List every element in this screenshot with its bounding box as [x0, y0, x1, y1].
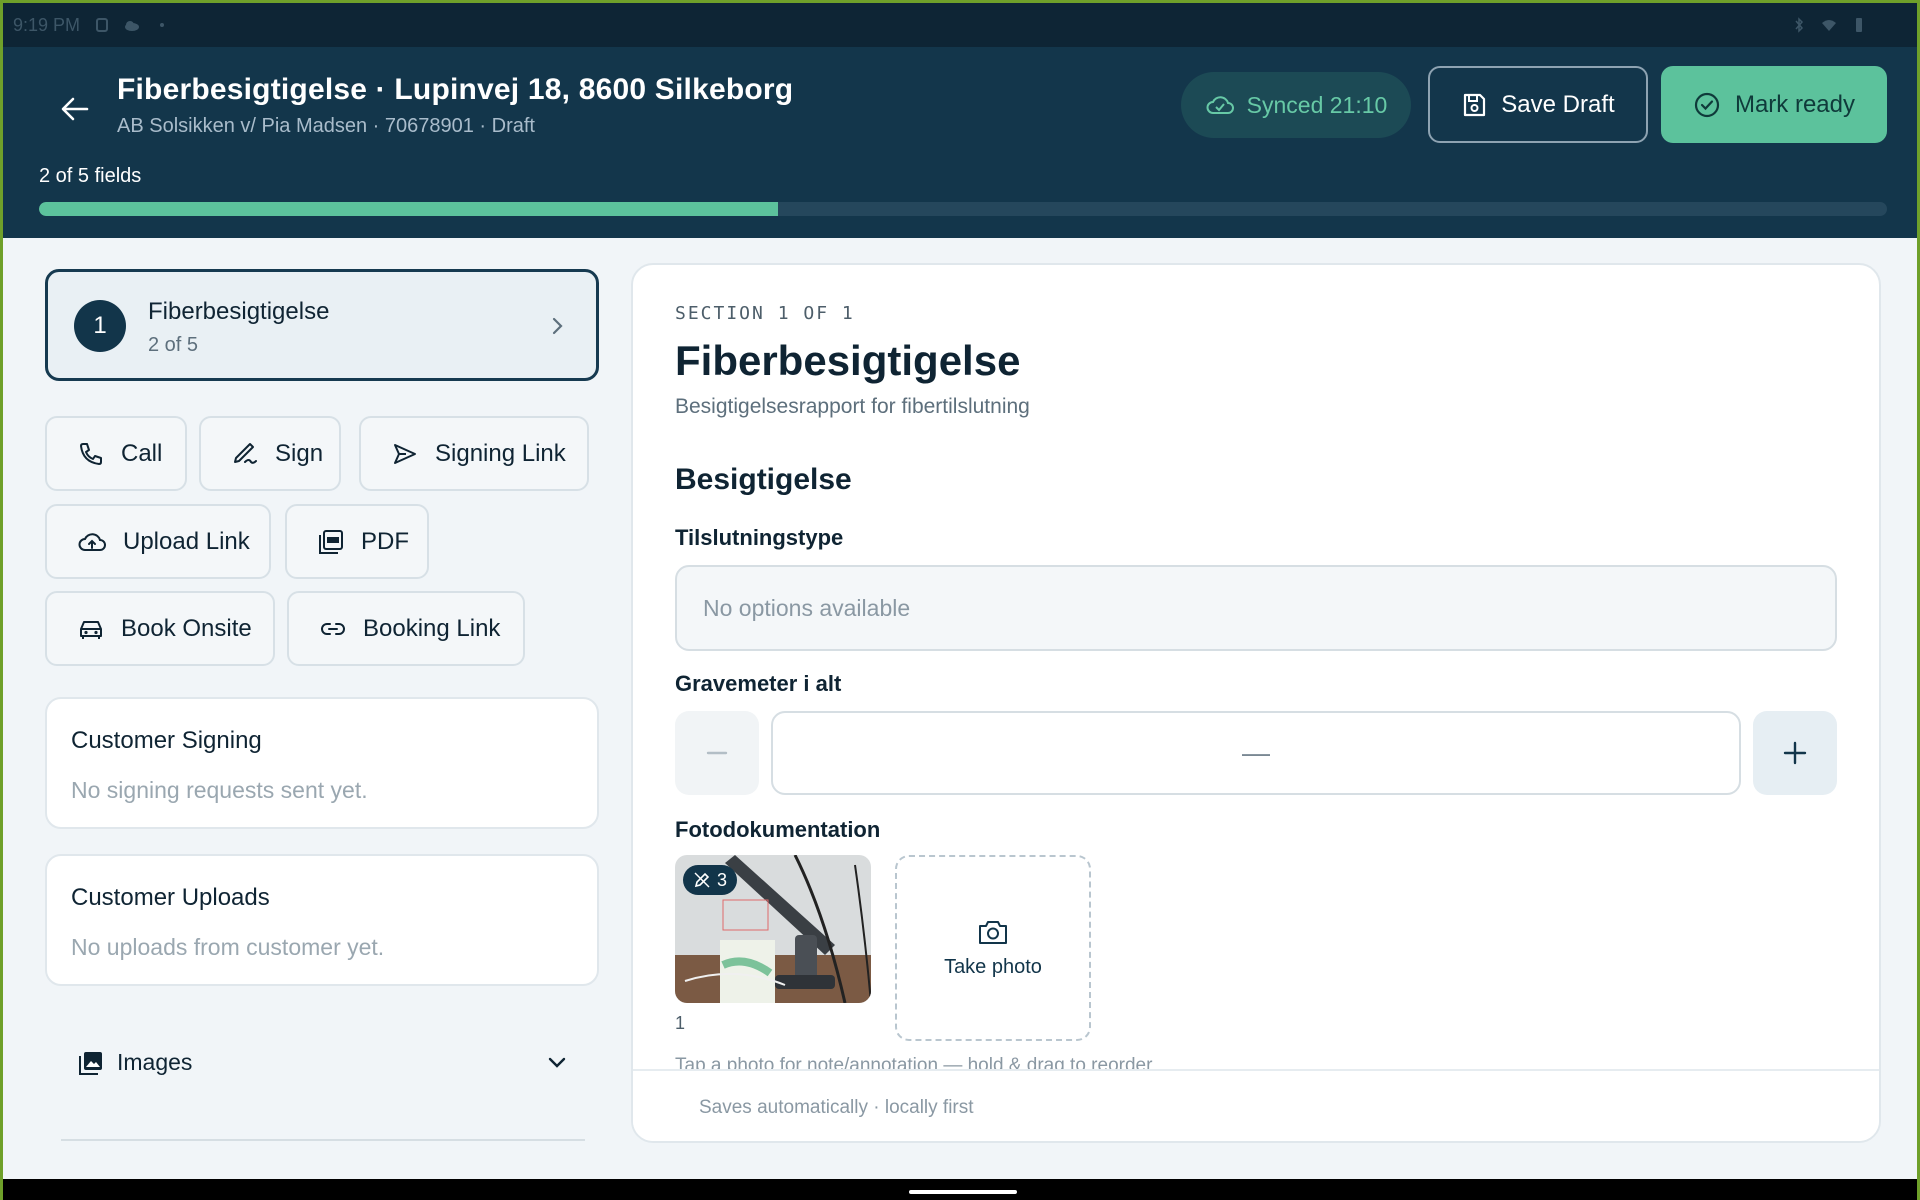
image-gallery-icon	[79, 1052, 102, 1075]
page-subtitle: AB Solsikken v/ Pia Madsen · 70678901 · …	[117, 115, 535, 137]
section-nav-item[interactable]: 1 Fiberbesigtigelse 2 of 5	[45, 269, 599, 381]
annotate-icon	[694, 872, 710, 888]
sync-status-label: Synced 21:10	[1246, 91, 1388, 118]
autosave-note: Saves automatically · locally first	[699, 1097, 974, 1118]
save-draft-label: Save Draft	[1501, 90, 1615, 118]
cloud-upload-icon	[78, 532, 106, 551]
upload-link-button[interactable]: Upload Link	[45, 504, 271, 579]
arrow-left-icon	[61, 97, 89, 121]
photos-label: Fotodokumentation	[675, 817, 881, 842]
chevron-down-icon	[548, 1057, 566, 1068]
take-photo-label: Take photo	[944, 955, 1042, 978]
customer-uploads-title: Customer Uploads	[71, 884, 270, 911]
signing-link-label: Signing Link	[435, 439, 566, 467]
back-button[interactable]	[53, 87, 97, 131]
upload-link-label: Upload Link	[123, 527, 250, 555]
customer-uploads-card: Customer Uploads No uploads from custome…	[45, 854, 599, 986]
photo-thumbnail[interactable]: 3	[675, 855, 871, 1003]
battery-icon	[1856, 18, 1862, 32]
pdf-label: PDF	[361, 527, 409, 555]
sign-label: Sign	[275, 439, 324, 467]
dig-meters-input[interactable]: —	[771, 711, 1741, 795]
progress-label: 2 of 5 fields	[39, 165, 142, 187]
sync-status-icon	[96, 18, 109, 32]
section-number-badge: 1	[74, 300, 126, 352]
form-panel: SECTION 1 OF 1 Fiberbesigtigelse Besigti…	[631, 263, 1881, 1143]
chevron-right-icon	[552, 317, 563, 335]
call-button[interactable]: Call	[45, 416, 187, 491]
sidebar-divider	[61, 1139, 585, 1141]
section-kicker: SECTION 1 OF 1	[675, 303, 855, 324]
check-circle-icon	[1694, 92, 1720, 117]
form-title: Fiberbesigtigelse	[675, 337, 1021, 384]
link-icon	[321, 622, 345, 635]
book-onsite-button[interactable]: Book Onsite	[45, 591, 275, 666]
camera-icon	[979, 920, 1007, 944]
sync-status-badge: Synced 21:10	[1181, 72, 1411, 138]
pdf-button[interactable]: PDF	[285, 504, 429, 579]
decrement-button[interactable]	[675, 711, 759, 795]
signature-icon	[234, 442, 257, 464]
section-name: Fiberbesigtigelse	[148, 298, 330, 325]
send-icon	[394, 443, 416, 464]
minus-icon	[706, 751, 728, 755]
phone-icon	[80, 442, 102, 465]
home-gesture-handle[interactable]	[909, 1190, 1017, 1194]
customer-signing-title: Customer Signing	[71, 727, 262, 754]
floppy-disk-icon	[1464, 93, 1486, 116]
progress-fill	[39, 202, 779, 216]
annotation-count: 3	[717, 869, 728, 890]
signing-link-button[interactable]: Signing Link	[359, 416, 589, 491]
form-footer: Saves automatically · locally first	[633, 1069, 1879, 1141]
dig-meters-label: Gravemeter i alt	[675, 671, 842, 696]
annotation-count-badge: 3	[683, 865, 738, 895]
pdf-file-icon	[319, 529, 343, 554]
connection-type-select[interactable]: No options available	[675, 565, 1837, 651]
progress-bar	[39, 202, 1887, 216]
images-accordion[interactable]: Images	[45, 1031, 599, 1095]
customer-signing-card: Customer Signing No signing requests sen…	[45, 697, 599, 829]
header: Fiberbesigtigelse · Lupinvej 18, 8600 Si…	[3, 47, 1917, 238]
navigation-bar	[3, 1179, 1917, 1200]
mark-ready-button[interactable]: Mark ready	[1661, 66, 1887, 143]
mark-ready-label: Mark ready	[1734, 90, 1856, 118]
photo-index: 1	[675, 1013, 686, 1033]
weather-icon	[125, 21, 140, 31]
car-icon	[80, 620, 102, 639]
customer-uploads-empty-text: No uploads from customer yet.	[71, 934, 385, 960]
booking-link-label: Booking Link	[363, 614, 501, 642]
wifi-icon	[1822, 20, 1836, 31]
dot-icon	[160, 23, 165, 27]
status-time: 9:19 PM	[13, 14, 81, 35]
sign-button[interactable]: Sign	[199, 416, 341, 491]
page-title: Fiberbesigtigelse · Lupinvej 18, 8600 Si…	[117, 73, 794, 106]
booking-link-button[interactable]: Booking Link	[287, 591, 525, 666]
group-title: Besigtigelse	[675, 463, 852, 496]
bluetooth-icon	[1795, 17, 1804, 33]
form-description: Besigtigelsesrapport for fibertilslutnin…	[675, 395, 1030, 418]
take-photo-button[interactable]: Take photo	[895, 855, 1091, 1041]
cloud-check-icon	[1206, 96, 1234, 114]
increment-button[interactable]	[1753, 711, 1837, 795]
save-draft-button[interactable]: Save Draft	[1428, 66, 1648, 143]
book-onsite-label: Book Onsite	[121, 614, 252, 642]
call-label: Call	[121, 439, 163, 467]
connection-type-label: Tilslutningstype	[675, 525, 844, 550]
plus-icon	[1783, 741, 1807, 765]
section-progress: 2 of 5	[148, 334, 199, 356]
app-window: 9:19 PM Fiberbesigtigelse · Lupinvej 18,…	[0, 0, 1920, 1200]
images-label: Images	[117, 1049, 193, 1075]
status-bar: 9:19 PM	[3, 3, 1917, 47]
customer-signing-empty-text: No signing requests sent yet.	[71, 777, 368, 803]
